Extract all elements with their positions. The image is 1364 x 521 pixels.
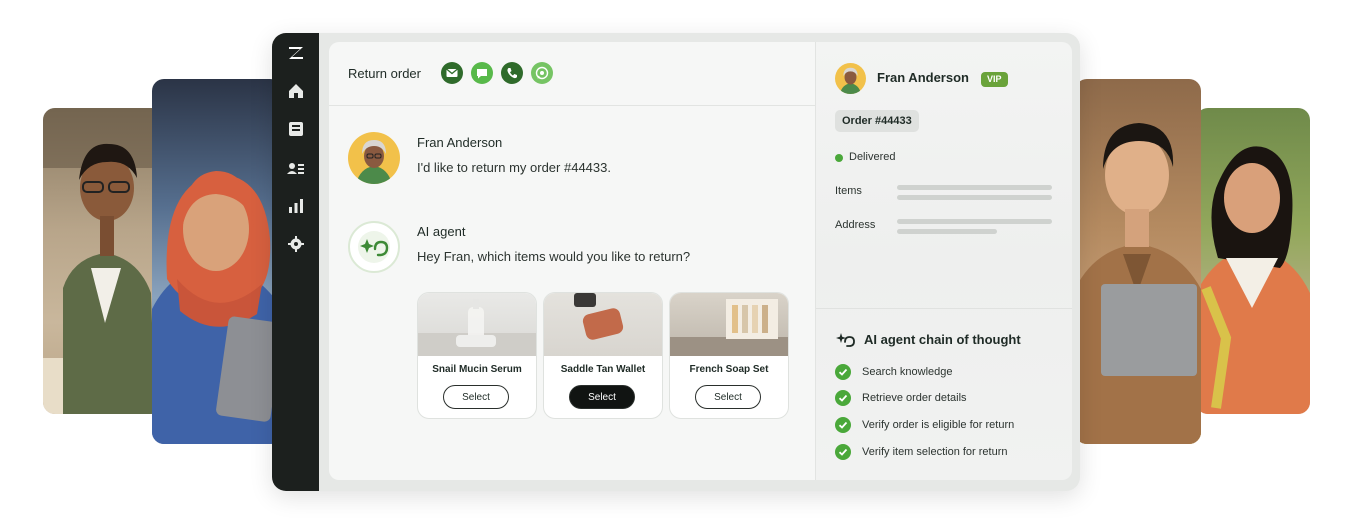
delivered-status-dot-icon — [835, 154, 843, 162]
reports-icon[interactable] — [286, 196, 306, 216]
customer-photo-2 — [152, 79, 282, 444]
whatsapp-channel-icon[interactable] — [531, 62, 553, 84]
check-icon — [835, 417, 851, 433]
customer-photo-4 — [1196, 108, 1310, 414]
page-title: Return order — [348, 66, 421, 81]
customer-avatar-small — [835, 63, 866, 94]
customer-avatar — [348, 132, 400, 184]
cot-step: Verify order is eligible for return — [862, 419, 1015, 431]
settings-gear-icon[interactable] — [286, 234, 306, 254]
select-button[interactable]: Select — [443, 385, 509, 409]
customer-context-panel: Fran Anderson VIP Order #44433 Delivered… — [815, 42, 1072, 480]
support-workspace-window: Return order Fran Anderson I'd like to r… — [272, 33, 1080, 491]
chain-of-thought-title: AI agent chain of thought — [864, 332, 1021, 347]
product-image-wallet — [544, 293, 662, 356]
contacts-icon[interactable] — [286, 158, 306, 178]
items-placeholder-bar — [897, 185, 1052, 190]
customer-sender-name: Fran Anderson — [417, 135, 503, 150]
home-icon[interactable] — [286, 81, 306, 101]
customer-name: Fran Anderson — [877, 70, 969, 85]
product-card-french-soap-set[interactable]: French Soap Set Select — [669, 292, 789, 419]
conversation-header: Return order — [329, 42, 815, 106]
cot-step: Retrieve order details — [862, 392, 967, 404]
customer-details: Fran Anderson VIP Order #44433 Delivered… — [816, 42, 1072, 309]
conversation-panel: Return order Fran Anderson I'd like to r… — [329, 42, 815, 480]
check-icon — [835, 390, 851, 406]
customer-photo-3 — [1075, 79, 1201, 444]
select-button[interactable]: Select — [695, 385, 761, 409]
cot-step: Search knowledge — [862, 366, 953, 378]
product-card-saddle-tan-wallet[interactable]: Saddle Tan Wallet Select — [543, 292, 663, 419]
product-image-serum — [418, 293, 536, 356]
inbox-icon[interactable] — [286, 119, 306, 139]
address-placeholder-bar — [897, 219, 1052, 224]
cot-step: Verify item selection for return — [862, 446, 1008, 458]
product-name: Snail Mucin Serum — [432, 364, 522, 375]
product-name: French Soap Set — [689, 364, 769, 375]
customer-photo-1 — [43, 108, 163, 414]
ai-message-text: Hey Fran, which items would you like to … — [417, 249, 691, 264]
zendesk-logo-icon[interactable] — [286, 43, 306, 63]
address-placeholder-bar — [897, 229, 997, 234]
product-name: Saddle Tan Wallet — [560, 364, 646, 375]
customer-message-text: I'd like to return my order #44433. — [417, 160, 611, 175]
items-placeholder-bar — [897, 195, 1052, 200]
product-image-soap — [670, 293, 788, 356]
chat-channel-icon[interactable] — [471, 62, 493, 84]
check-icon — [835, 444, 851, 460]
vip-badge: VIP — [981, 72, 1008, 87]
select-button-selected[interactable]: Select — [569, 385, 635, 409]
order-number-chip[interactable]: Order #44433 — [835, 110, 919, 132]
address-label: Address — [835, 219, 876, 231]
product-card-snail-mucin-serum[interactable]: Snail Mucin Serum Select — [417, 292, 537, 419]
navigation-rail — [272, 33, 319, 491]
ai-sender-name: AI agent — [417, 224, 466, 239]
email-channel-icon[interactable] — [441, 62, 463, 84]
check-icon — [835, 364, 851, 380]
ai-sparkle-icon — [835, 330, 855, 350]
items-label: Items — [835, 185, 862, 197]
order-status: Delivered — [849, 151, 896, 163]
ai-agent-avatar — [348, 221, 400, 273]
phone-channel-icon[interactable] — [501, 62, 523, 84]
